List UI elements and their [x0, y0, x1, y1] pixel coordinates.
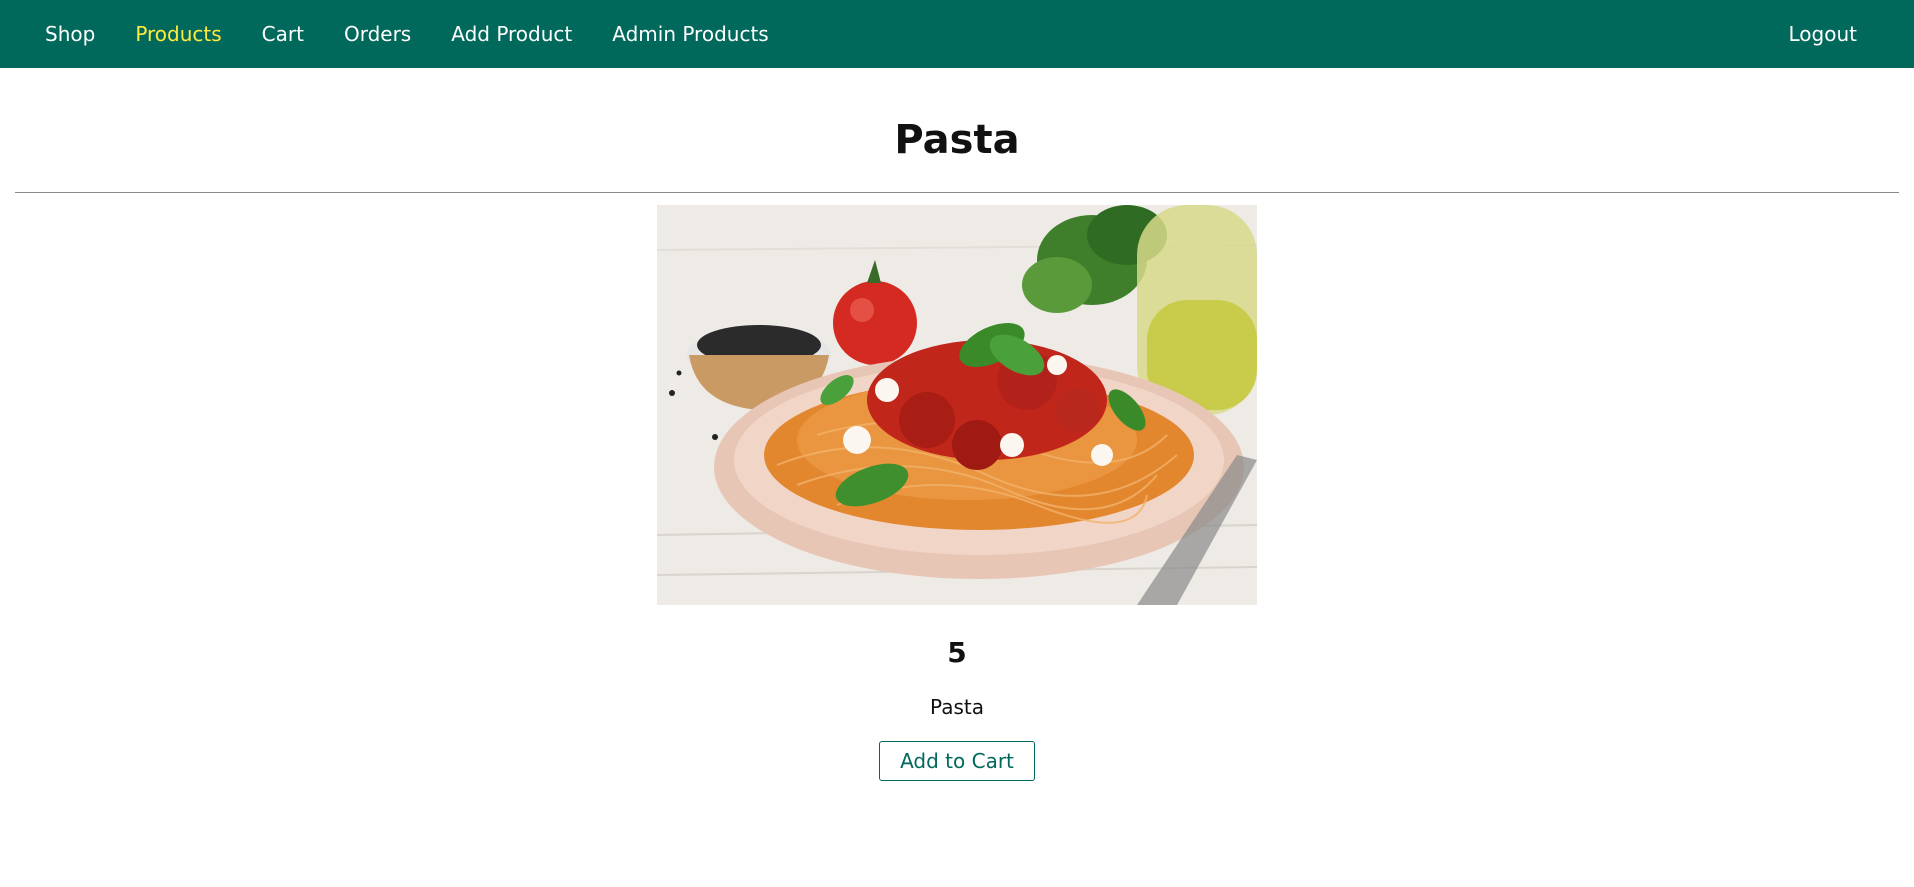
- main-nav: Shop Products Cart Orders Add Product Ad…: [45, 22, 769, 46]
- product-image: [657, 205, 1257, 605]
- top-navigation-bar: Shop Products Cart Orders Add Product Ad…: [0, 0, 1914, 68]
- add-to-cart-button[interactable]: Add to Cart: [879, 741, 1035, 781]
- nav-add-product[interactable]: Add Product: [451, 22, 572, 46]
- product-title: Pasta: [894, 117, 1020, 163]
- nav-orders[interactable]: Orders: [344, 22, 411, 46]
- product-description: Pasta: [930, 695, 984, 719]
- nav-admin-products[interactable]: Admin Products: [612, 22, 768, 46]
- title-divider: [15, 192, 1899, 193]
- pasta-dish-image: [657, 205, 1257, 605]
- nav-cart[interactable]: Cart: [262, 22, 304, 46]
- nav-shop[interactable]: Shop: [45, 22, 95, 46]
- nav-products[interactable]: Products: [135, 22, 221, 46]
- product-detail: Pasta 5 Pasta Add to Cart: [0, 120, 1914, 781]
- logout-link[interactable]: Logout: [1789, 22, 1857, 46]
- product-price: 5: [947, 636, 967, 669]
